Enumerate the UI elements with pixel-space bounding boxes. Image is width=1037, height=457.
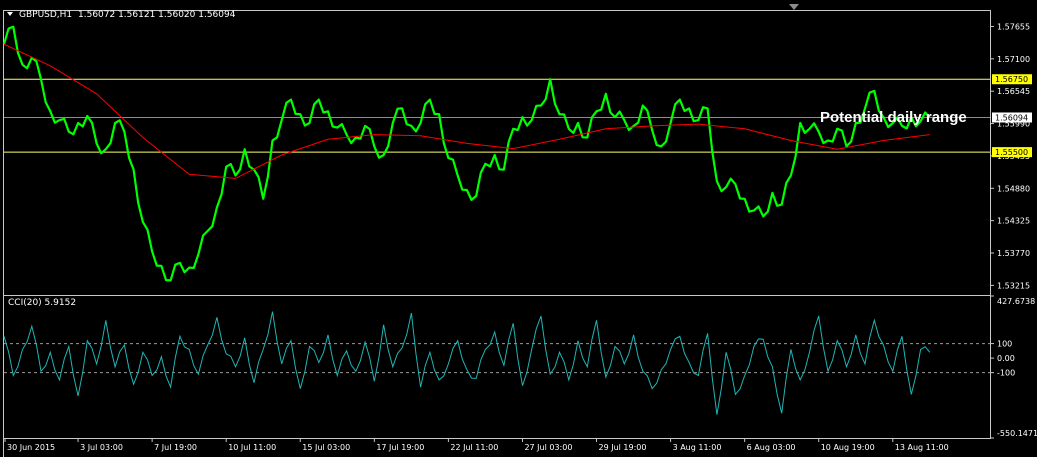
cci-tick-label: -100 xyxy=(997,369,1015,378)
time-tick-label: 15 Jul 03:00 xyxy=(302,443,350,452)
price-tick-label: 1.53215 xyxy=(997,281,1030,290)
current-price-label: 1.56094 xyxy=(995,113,1028,122)
range-level-label: 1.56750 xyxy=(995,75,1028,84)
time-tick-label: 7 Jul 19:00 xyxy=(154,443,197,452)
price-line xyxy=(2,25,931,282)
time-tick-label: 3 Aug 11:00 xyxy=(673,443,722,452)
price-tick-label: 1.54325 xyxy=(997,217,1030,226)
ohlc-readout: 1.56072 1.56121 1.56020 1.56094 xyxy=(78,10,236,20)
time-tick-label: 27 Jul 03:00 xyxy=(524,443,572,452)
time-tick-label: 10 Aug 19:00 xyxy=(821,443,875,452)
symbol-timeframe: GBPUSD,H1 xyxy=(19,10,72,20)
price-tick-label: 1.56545 xyxy=(997,87,1030,96)
cci-line xyxy=(3,311,931,415)
time-tick-label: 30 Jun 2015 xyxy=(7,443,55,452)
chart-canvas[interactable]: 1.576551.571001.565451.559901.554351.548… xyxy=(0,0,1037,457)
time-tick-label: 29 Jul 19:00 xyxy=(599,443,647,452)
range-level-label: 1.55500 xyxy=(995,148,1028,157)
time-tick-label: 3 Jul 03:00 xyxy=(80,443,123,452)
time-tick-label: 6 Aug 03:00 xyxy=(747,443,796,452)
time-tick-label: 13 Aug 11:00 xyxy=(895,443,949,452)
time-tick-label: 10 Jul 11:00 xyxy=(228,443,276,452)
time-axis: 30 Jun 2015 3 Jul 03:00 7 Jul 19:00 10 Jul … xyxy=(4,438,949,452)
chart-shift-icon[interactable] xyxy=(789,4,799,10)
cci-tick-label: 0.00 xyxy=(997,354,1015,363)
cci-tick-label: -550.1471 xyxy=(997,429,1037,438)
symbol-menu-icon[interactable] xyxy=(7,12,13,16)
time-tick-label: 22 Jul 11:00 xyxy=(450,443,498,452)
cci-tick-label: 427.6738 xyxy=(997,297,1035,306)
moving-average-line xyxy=(3,43,930,179)
cci-indicator-label: CCI(20) 5.9152 xyxy=(8,298,76,308)
price-tick-label: 1.57100 xyxy=(997,55,1030,64)
price-series-group xyxy=(2,25,931,282)
cci-tick-label: 100 xyxy=(997,340,1012,349)
price-tick-label: 1.57655 xyxy=(997,22,1030,31)
potential-daily-range-annotation: Potential daily range xyxy=(820,109,967,126)
price-tick-label: 1.54880 xyxy=(997,184,1030,193)
price-tick-label: 1.53770 xyxy=(997,249,1030,258)
cci-panel-frame xyxy=(3,295,991,439)
cci-series-group: 427.6738 100 0.00 -100 -550.1471 xyxy=(3,295,1037,439)
time-tick-label: 17 Jul 19:00 xyxy=(376,443,424,452)
